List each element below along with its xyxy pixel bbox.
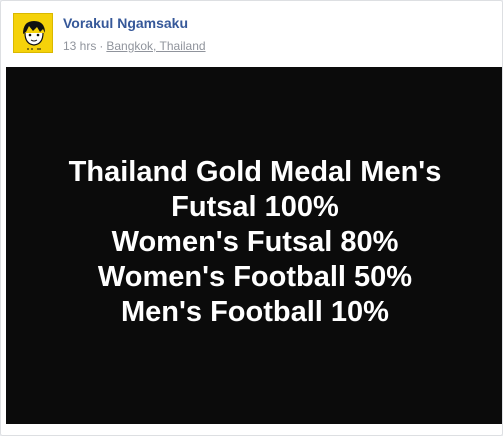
post-time[interactable]: 13 hrs (63, 39, 96, 53)
post-footer-divider (1, 424, 502, 435)
post-header: Vorakul Ngamsaku 13 hrs · Bangkok, Thailan… (1, 1, 502, 67)
image-text-line: Men's Football 10% (121, 296, 389, 328)
image-text-line: Women's Futsal 80% (111, 226, 399, 258)
post-card: Vorakul Ngamsaku 13 hrs · Bangkok, Thailan… (0, 0, 503, 436)
avatar[interactable] (13, 13, 53, 53)
post-image[interactable]: Thailand Gold Medal Men's Futsal 100% Wo… (6, 67, 502, 424)
author-name-link[interactable]: Vorakul Ngamsaku (63, 15, 188, 31)
image-text-line: Women's Football 50% (97, 261, 413, 293)
cartoon-face-avatar-icon (14, 14, 52, 52)
image-text-line: Futsal 100% (171, 191, 339, 223)
location-link[interactable]: Bangkok, Thailand (106, 39, 205, 53)
post-meta: 13 hrs · Bangkok, Thailand (63, 39, 206, 53)
meta-separator: · (99, 39, 104, 53)
image-text-line: Thailand Gold Medal Men's (68, 156, 442, 188)
image-caption-text: Thailand Gold Medal Men's Futsal 100% Wo… (6, 155, 502, 330)
